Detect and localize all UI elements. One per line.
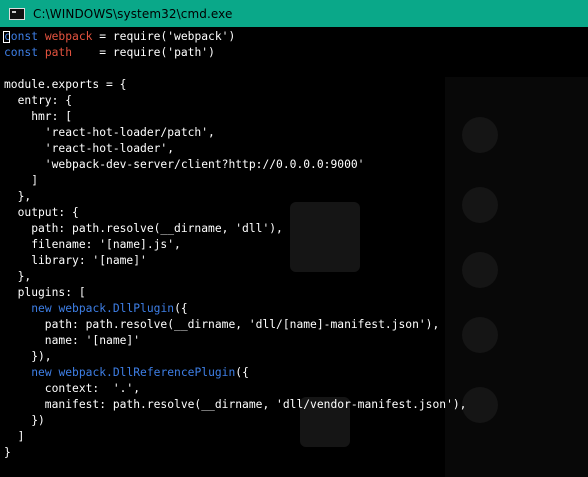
code-token: }, bbox=[4, 190, 32, 203]
code-token: }) bbox=[4, 414, 45, 427]
code-token: path: path.resolve(__dirname, 'dll/[name… bbox=[4, 318, 440, 331]
console-line: output: { bbox=[4, 205, 467, 221]
console-line: entry: { bbox=[4, 93, 467, 109]
background-avatar bbox=[462, 187, 498, 223]
identifier-token: webpack bbox=[44, 30, 93, 43]
console-line: ] bbox=[4, 173, 467, 189]
background-avatar bbox=[462, 117, 498, 153]
code-token: ({ bbox=[174, 302, 188, 315]
console-line: }), bbox=[4, 349, 467, 365]
console-line: filename: '[name].js', bbox=[4, 237, 467, 253]
class-token: webpack.DllPlugin bbox=[58, 302, 175, 315]
text-cursor bbox=[3, 31, 10, 43]
code-token: ] bbox=[4, 174, 39, 187]
console-line: hmr: [ bbox=[4, 109, 467, 125]
class-token: webpack.DllReferencePlugin bbox=[58, 366, 236, 379]
cmd-icon bbox=[9, 7, 25, 20]
code-token: }, bbox=[4, 270, 32, 283]
code-token: module.exports = { bbox=[4, 78, 127, 91]
code-token: 'react-hot-loader/patch', bbox=[4, 126, 215, 139]
console-line: library: '[name]' bbox=[4, 253, 467, 269]
code-token: path: path.resolve(__dirname, 'dll'), bbox=[4, 222, 283, 235]
background-avatar bbox=[462, 252, 498, 288]
keyword-token: new bbox=[31, 302, 52, 315]
code-token: ({ bbox=[235, 366, 249, 379]
console-line: ] bbox=[4, 429, 467, 445]
window-title: C:\WINDOWS\system32\cmd.exe bbox=[33, 6, 233, 21]
console-line: context: '.', bbox=[4, 381, 467, 397]
code-token: name: '[name]' bbox=[4, 334, 141, 347]
code-token: }), bbox=[4, 350, 52, 363]
code-token: ] bbox=[4, 430, 25, 443]
code-token: plugins: [ bbox=[4, 286, 86, 299]
code-token: 'webpack-dev-server/client?http://0.0.0.… bbox=[4, 158, 365, 171]
code-token: filename: '[name].js', bbox=[4, 238, 181, 251]
console-line: module.exports = { bbox=[4, 77, 467, 93]
console-line: path: path.resolve(__dirname, 'dll/[name… bbox=[4, 317, 467, 333]
identifier-token: path bbox=[44, 46, 73, 59]
code-token: } bbox=[4, 446, 11, 459]
keyword-token: const bbox=[4, 46, 39, 59]
console-line: new webpack.DllPlugin({ bbox=[4, 301, 467, 317]
console-output: const webpack = require('webpack') const … bbox=[4, 29, 467, 461]
code-token: library: '[name]' bbox=[4, 254, 147, 267]
code-token: context: '.', bbox=[4, 382, 141, 395]
code-token: 'react-hot-loader', bbox=[4, 142, 175, 155]
console-line: manifest: path.resolve(__dirname, 'dll/v… bbox=[4, 397, 467, 413]
console-line: }) bbox=[4, 413, 467, 429]
code-token: = require('webpack') bbox=[92, 30, 236, 43]
background-avatar bbox=[462, 317, 498, 353]
console-line: const webpack = require('webpack') bbox=[4, 29, 467, 45]
console-line: }, bbox=[4, 189, 467, 205]
code-token: hmr: [ bbox=[4, 110, 73, 123]
console-line: new webpack.DllReferencePlugin({ bbox=[4, 365, 467, 381]
console-line: }, bbox=[4, 269, 467, 285]
code-token: = require('path') bbox=[72, 46, 215, 59]
console-line: 'react-hot-loader/patch', bbox=[4, 125, 467, 141]
console-line: plugins: [ bbox=[4, 285, 467, 301]
console-area[interactable]: const webpack = require('webpack') const … bbox=[0, 27, 588, 477]
code-token: manifest: path.resolve(__dirname, 'dll/v… bbox=[4, 398, 467, 411]
console-line: 'react-hot-loader', bbox=[4, 141, 467, 157]
console-line: 'webpack-dev-server/client?http://0.0.0.… bbox=[4, 157, 467, 173]
code-token: output: { bbox=[4, 206, 79, 219]
window-titlebar[interactable]: C:\WINDOWS\system32\cmd.exe bbox=[0, 0, 588, 27]
background-avatar bbox=[462, 387, 498, 423]
console-line: path: path.resolve(__dirname, 'dll'), bbox=[4, 221, 467, 237]
console-line: } bbox=[4, 445, 467, 461]
code-token: entry: { bbox=[4, 94, 73, 107]
keyword-token: new bbox=[31, 366, 52, 379]
console-line: const path = require('path') bbox=[4, 45, 467, 61]
console-line: name: '[name]' bbox=[4, 333, 467, 349]
